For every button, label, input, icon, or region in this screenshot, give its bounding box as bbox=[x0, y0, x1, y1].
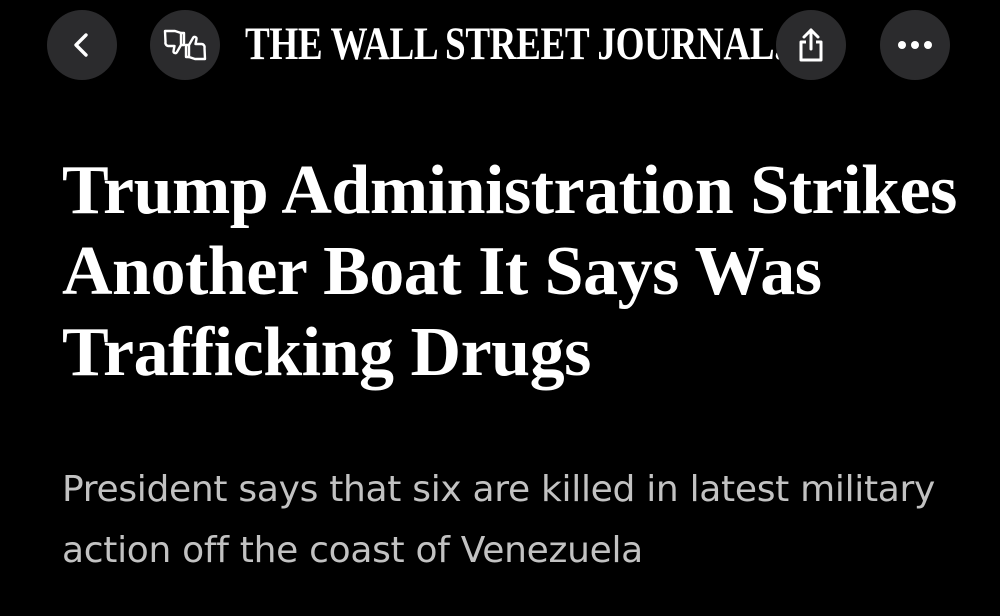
feedback-button[interactable] bbox=[150, 10, 220, 80]
back-button[interactable] bbox=[47, 10, 117, 80]
share-button[interactable] bbox=[776, 10, 846, 80]
article-headline: Trump Administration Strikes Another Boa… bbox=[62, 152, 957, 391]
thumbs-up-down-icon bbox=[163, 29, 207, 61]
ellipsis-icon bbox=[898, 41, 932, 49]
more-options-button[interactable] bbox=[880, 10, 950, 80]
top-navigation-bar: THE WALL STREET JOURNAL. bbox=[0, 0, 1000, 90]
share-icon bbox=[799, 28, 823, 62]
masthead-logo: THE WALL STREET JOURNAL. bbox=[245, 18, 784, 70]
article-dek: President says that six are killed in la… bbox=[62, 469, 936, 571]
chevron-left-icon bbox=[74, 33, 88, 57]
